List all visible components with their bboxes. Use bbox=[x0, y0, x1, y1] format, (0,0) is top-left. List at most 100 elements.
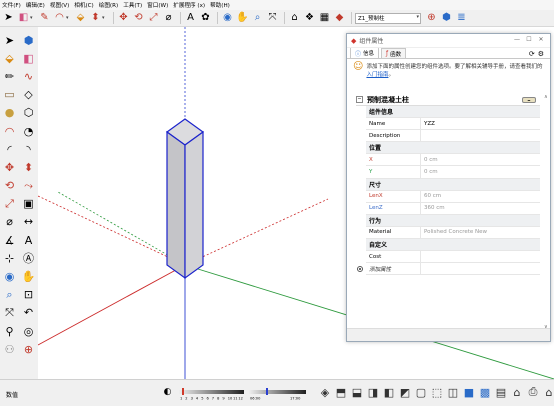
attribute-value[interactable]: 0 cm bbox=[420, 154, 540, 166]
arc-icon[interactable]: ◠ bbox=[53, 12, 66, 25]
shadow-time-slider[interactable]: 1 2 3 4 5 6 7 8 9 10 11 12 06:00 17:00 bbox=[178, 387, 308, 400]
push-pull-icon[interactable]: ⬍ bbox=[89, 12, 102, 25]
menu-item-2[interactable]: 视图(V) bbox=[50, 1, 69, 9]
pencil-line-icon[interactable]: ✎ bbox=[38, 12, 51, 25]
orbit-icon[interactable]: ◉ bbox=[0, 267, 19, 285]
component-icon[interactable]: ⬢ bbox=[440, 12, 453, 25]
print-icon[interactable]: ⎙ bbox=[526, 385, 540, 399]
polygon-icon[interactable]: ⬡ bbox=[19, 104, 38, 122]
offset-icon[interactable]: ▣ bbox=[19, 195, 38, 213]
attribute-value[interactable]: Polished Concrete New bbox=[420, 226, 540, 239]
tape-measure-icon[interactable]: ⌀ bbox=[0, 213, 19, 231]
look-around-icon[interactable]: ◎ bbox=[19, 322, 38, 340]
refresh-icon[interactable]: ⟳ bbox=[529, 50, 535, 58]
right-view-icon[interactable]: ◨ bbox=[366, 385, 380, 399]
dialog-scrollbar[interactable]: ∧ ∨ bbox=[544, 94, 549, 330]
menu-item-4[interactable]: 绘图(R) bbox=[99, 1, 118, 9]
previous-view-icon[interactable]: ↶ bbox=[19, 304, 38, 322]
warehouse-icon[interactable]: ⌂ bbox=[288, 12, 301, 25]
paint-bucket-icon[interactable]: ⬙ bbox=[74, 12, 87, 25]
dimension-icon[interactable]: ↔ bbox=[19, 213, 38, 231]
attribute-row[interactable]: X 0 cm bbox=[366, 154, 540, 167]
close-button[interactable]: ✕ bbox=[535, 36, 547, 43]
minimize-button[interactable]: — bbox=[511, 36, 523, 43]
attribute-value[interactable]: 360 cm bbox=[420, 202, 540, 214]
arc-icon[interactable]: ◠ bbox=[0, 122, 19, 140]
scale-icon[interactable]: ⤢ bbox=[0, 195, 19, 213]
two-point-arc-icon[interactable]: ◜ bbox=[0, 140, 19, 158]
dropdown-arrow-icon[interactable]: ▾ bbox=[102, 15, 108, 21]
follow-me-icon[interactable]: ⤳ bbox=[19, 177, 38, 195]
dropdown-arrow-icon[interactable]: ▾ bbox=[66, 15, 72, 21]
scroll-up-icon[interactable]: ∧ bbox=[544, 94, 548, 100]
attribute-value[interactable]: YZZ bbox=[420, 118, 540, 130]
zoom-icon[interactable]: ⌕ bbox=[0, 286, 19, 304]
text-icon[interactable]: A bbox=[184, 12, 197, 25]
hidden-line-icon[interactable]: ◫ bbox=[446, 385, 460, 399]
textured-icon[interactable]: ▩ bbox=[478, 385, 492, 399]
rotate-icon[interactable]: ⟲ bbox=[0, 177, 19, 195]
zoom-extents-icon[interactable]: ⤧ bbox=[0, 304, 19, 322]
rotated-rectangle-icon[interactable]: ◇ bbox=[19, 86, 38, 104]
front-view-icon[interactable]: ⬓ bbox=[350, 385, 364, 399]
freehand-icon[interactable]: ∿ bbox=[19, 67, 38, 85]
collapse-toggle[interactable]: − bbox=[356, 96, 363, 103]
month-thumb[interactable] bbox=[182, 388, 184, 395]
component-icon[interactable]: ⬢ bbox=[19, 31, 38, 49]
add-attribute-label[interactable]: 添加属性 bbox=[366, 265, 420, 273]
section-plane-icon[interactable]: ⊕ bbox=[425, 12, 438, 25]
scene-select[interactable]: Z1_预制柱 ▾ bbox=[355, 12, 421, 24]
menu-item-7[interactable]: 扩展程序 (x) bbox=[173, 1, 205, 9]
sandbox-icon[interactable]: ▦ bbox=[318, 12, 331, 25]
maximize-button[interactable]: ☐ bbox=[523, 36, 535, 43]
rotate-icon[interactable]: ⟲ bbox=[132, 12, 145, 25]
house-icon[interactable]: ⌂ bbox=[542, 385, 554, 399]
getting-started-link[interactable]: 入门指南 bbox=[366, 72, 388, 78]
attribute-row[interactable]: Name YZZ bbox=[366, 118, 540, 131]
time-thumb[interactable] bbox=[266, 388, 268, 395]
shaded-icon[interactable]: ■ bbox=[462, 385, 476, 399]
move-icon[interactable]: ✥ bbox=[117, 12, 130, 25]
rectangle-icon[interactable]: ▭ bbox=[0, 86, 19, 104]
attribute-row[interactable]: LenX 60 cm bbox=[366, 190, 540, 203]
column-front-face[interactable] bbox=[166, 130, 186, 280]
protractor-icon[interactable]: ∡ bbox=[0, 231, 19, 249]
tab-info[interactable]: ⓘ 信息 bbox=[350, 47, 380, 58]
position-camera-icon[interactable]: ⚲ bbox=[0, 322, 19, 340]
menu-item-1[interactable]: 编辑(E) bbox=[26, 1, 45, 9]
pan-icon[interactable]: ✋ bbox=[19, 267, 38, 285]
layer-icon[interactable]: ≣ bbox=[455, 12, 468, 25]
add-circle-icon[interactable] bbox=[357, 265, 363, 272]
xray-icon[interactable]: ▢ bbox=[414, 385, 428, 399]
axes-icon[interactable]: ⊹ bbox=[0, 249, 19, 267]
monochrome-icon[interactable]: ▤ bbox=[494, 385, 508, 399]
tape-measure-icon[interactable]: ⌀ bbox=[162, 12, 175, 25]
pencil-icon[interactable]: ✏ bbox=[0, 67, 19, 85]
section-plane-icon[interactable]: ⊕ bbox=[19, 340, 38, 358]
zoom-icon[interactable]: ⌕ bbox=[251, 12, 264, 25]
zoom-window-icon[interactable]: ⊡ bbox=[19, 286, 38, 304]
move-icon[interactable]: ✥ bbox=[0, 158, 19, 176]
select-icon[interactable]: ➤ bbox=[0, 31, 19, 49]
walk-icon[interactable]: ⚇ bbox=[0, 340, 19, 358]
zoom-extents-icon[interactable]: ⤧ bbox=[266, 12, 279, 25]
wireframe-icon[interactable]: ⬚ bbox=[430, 385, 444, 399]
attribute-row[interactable]: Material Polished Concrete New bbox=[366, 226, 540, 240]
extension-warehouse-icon[interactable]: ❖ bbox=[303, 12, 316, 25]
text-icon[interactable]: A bbox=[19, 231, 38, 249]
settings-icon[interactable]: ⚙ bbox=[538, 50, 544, 58]
scale-icon[interactable]: ⤢ bbox=[147, 12, 160, 25]
column-side-face[interactable] bbox=[184, 130, 204, 280]
iso-view-icon[interactable]: ◈ bbox=[318, 385, 332, 399]
back-view-icon[interactable]: ◧ bbox=[382, 385, 396, 399]
select-icon[interactable]: ➤ bbox=[2, 12, 15, 25]
shadow-icon[interactable]: ◐ bbox=[162, 386, 173, 398]
pie-icon[interactable]: ◔ bbox=[19, 122, 38, 140]
paint-icon[interactable]: ✿ bbox=[199, 12, 212, 25]
eraser-icon[interactable]: ◧ bbox=[17, 12, 30, 25]
push-pull-icon[interactable]: ⬍ bbox=[19, 158, 38, 176]
attribute-value[interactable] bbox=[420, 251, 540, 263]
left-view-icon[interactable]: ◩ bbox=[398, 385, 412, 399]
pan-icon[interactable]: ✋ bbox=[236, 12, 249, 25]
attribute-value[interactable] bbox=[420, 130, 540, 142]
